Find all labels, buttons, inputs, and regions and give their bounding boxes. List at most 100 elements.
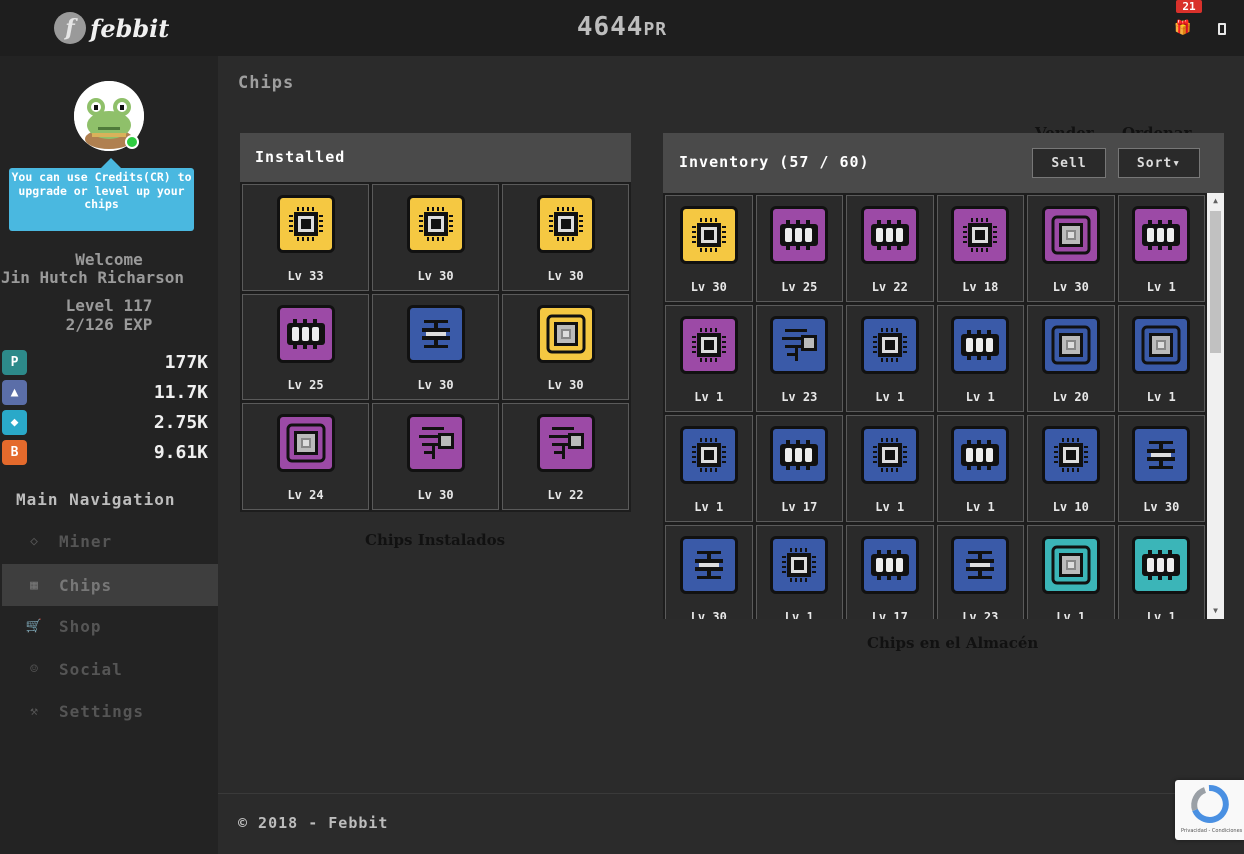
inventory-chip-slot[interactable]: Lv 22 — [846, 195, 934, 302]
inventory-chip-slot[interactable]: Lv 1 — [1117, 525, 1205, 619]
ram-chip-icon — [951, 316, 1010, 374]
installed-chip-slot[interactable]: Lv 24 — [242, 403, 369, 510]
inventory-chip-slot[interactable]: Lv 1 — [936, 415, 1024, 522]
chip-level: Lv 30 — [1143, 500, 1180, 514]
currency-value: 2.75K — [153, 412, 208, 433]
inventory-chip-slot[interactable]: Lv 1 — [936, 305, 1024, 412]
cpu-chip-icon — [860, 426, 919, 484]
chip-level: Lv 33 — [287, 268, 324, 283]
inventory-chip-slot[interactable]: Lv 17 — [755, 415, 843, 522]
sort-button[interactable]: Sort▾ — [1118, 148, 1200, 178]
nav-item-chips[interactable]: ▦ Chips — [2, 564, 218, 606]
chip-level: Lv 1 — [1146, 280, 1176, 294]
sidebar: You can use Credits(CR) to upgrade or le… — [0, 56, 218, 854]
chip-level: Lv 17 — [871, 610, 908, 619]
ram-chip-icon — [1132, 536, 1191, 594]
recaptcha-text: Privacidad - Condiciones — [1181, 828, 1243, 834]
inventory-scrollbar[interactable]: ▲ ▼ — [1207, 193, 1224, 619]
recaptcha-badge[interactable]: Privacidad - Condiciones — [1175, 780, 1244, 840]
pr-value: 4644 — [576, 12, 644, 42]
pr-balance: 4644PR — [0, 12, 1244, 42]
mobile-icon[interactable] — [1218, 23, 1226, 35]
installed-chip-slot[interactable]: Lv 33 — [242, 184, 369, 291]
wrench-icon: ⚒ — [30, 703, 38, 719]
chip-level: Lv 25 — [781, 280, 818, 294]
user-exp: 2/126 EXP — [65, 315, 153, 334]
ram-chip-icon — [276, 304, 335, 363]
ram-chip-icon — [860, 206, 919, 264]
inventory-scroll-area[interactable]: Lv 30 Lv 25 Lv 22 Lv 18 Lv 30 Lv 1 Lv 1 Lv 23 Lv… — [663, 193, 1207, 619]
coin-p-icon: P — [2, 350, 27, 375]
notification-badge: 21 — [1176, 0, 1202, 13]
inventory-chips-grid: Lv 30 Lv 25 Lv 22 Lv 18 Lv 30 Lv 1 Lv 1 Lv 23 Lv… — [663, 193, 1207, 619]
inventory-chip-slot[interactable]: Lv 1 — [1117, 305, 1205, 412]
chip-level: Lv 24 — [287, 487, 324, 502]
inventory-chip-slot[interactable]: Lv 23 — [755, 305, 843, 412]
inventory-chip-slot[interactable]: Lv 23 — [936, 525, 1024, 619]
inventory-chip-slot[interactable]: Lv 17 — [846, 525, 934, 619]
circuit-chip-icon — [770, 316, 829, 374]
footer-divider — [218, 793, 1244, 794]
inventory-chip-slot[interactable]: Lv 30 — [665, 195, 753, 302]
sell-button[interactable]: Sell — [1032, 148, 1106, 178]
diamond-icon: ◇ — [30, 533, 38, 549]
core-chip-icon — [1041, 316, 1100, 374]
cpu-chip-icon — [679, 206, 738, 264]
gift-icon[interactable]: 🎁 — [1174, 20, 1191, 36]
chip-level: Lv 1 — [875, 390, 905, 404]
nav-item-social[interactable]: ☺ Social — [2, 648, 218, 690]
inventory-chip-slot[interactable]: Lv 1 — [1117, 195, 1205, 302]
chip-level: Lv 22 — [871, 280, 908, 294]
inventory-chip-slot[interactable]: Lv 20 — [1027, 305, 1115, 412]
fan-chip-icon — [406, 304, 465, 363]
inventory-chip-slot[interactable]: Lv 1 — [1027, 525, 1115, 619]
cpu-chip-icon — [536, 195, 595, 253]
scroll-thumb[interactable] — [1210, 211, 1221, 353]
cpu-chip-icon — [1041, 426, 1100, 484]
mountain-icon: ▲ — [2, 380, 27, 405]
installed-chip-slot[interactable]: Lv 30 — [502, 184, 629, 291]
circuit-chip-icon — [406, 414, 465, 473]
ram-chip-icon — [860, 536, 919, 594]
nav-label: Chips — [59, 575, 113, 595]
inventory-chip-slot[interactable]: Lv 1 — [755, 525, 843, 619]
pr-unit: PR — [643, 19, 668, 40]
inventory-chip-slot[interactable]: Lv 1 — [846, 305, 934, 412]
ram-chip-icon — [1132, 206, 1191, 264]
inventory-chip-slot[interactable]: Lv 1 — [665, 305, 753, 412]
chip-level: Lv 1 — [875, 500, 905, 514]
inventory-chip-slot[interactable]: Lv 1 — [846, 415, 934, 522]
cpu-chip-icon — [860, 316, 919, 374]
installed-chip-slot[interactable]: Lv 25 — [242, 293, 369, 401]
installed-chip-slot[interactable]: Lv 30 — [372, 293, 499, 401]
fan-chip-icon — [679, 536, 738, 594]
cpu-chip-icon — [770, 536, 829, 594]
chip-level: Lv 1 — [784, 610, 814, 619]
nav-item-miner[interactable]: ◇ Miner — [2, 520, 218, 562]
installed-chip-slot[interactable]: Lv 22 — [502, 403, 629, 510]
inventory-chip-slot[interactable]: Lv 30 — [1117, 415, 1205, 522]
chip-level: Lv 30 — [417, 268, 454, 283]
installed-chip-slot[interactable]: Lv 30 — [372, 403, 499, 510]
installed-chip-slot[interactable]: Lv 30 — [372, 184, 499, 291]
cpu-chip-icon — [679, 316, 738, 374]
chip-level: Lv 17 — [781, 500, 818, 514]
core-chip-icon — [276, 414, 335, 473]
nav-label: Miner — [59, 531, 113, 551]
inventory-chip-slot[interactable]: Lv 25 — [755, 195, 843, 302]
installed-title: Installed — [255, 148, 346, 166]
inventory-chip-slot[interactable]: Lv 1 — [665, 415, 753, 522]
circuit-chip-icon — [536, 414, 595, 473]
inventory-chip-slot[interactable]: Lv 30 — [1027, 195, 1115, 302]
nav-item-settings[interactable]: ⚒ Settings — [2, 690, 218, 732]
nav-item-shop[interactable]: 🛒 Shop — [2, 605, 218, 647]
inventory-chip-slot[interactable]: Lv 30 — [665, 525, 753, 619]
chip-level: Lv 30 — [547, 378, 584, 393]
scroll-down-icon[interactable]: ▼ — [1207, 603, 1224, 619]
inventory-chip-slot[interactable]: Lv 18 — [936, 195, 1024, 302]
inventory-chip-slot[interactable]: Lv 10 — [1027, 415, 1115, 522]
currency-row: ◆ 2.75K — [0, 410, 218, 438]
core-chip-icon — [1041, 536, 1100, 594]
installed-chip-slot[interactable]: Lv 30 — [502, 293, 629, 401]
scroll-up-icon[interactable]: ▲ — [1207, 193, 1224, 209]
